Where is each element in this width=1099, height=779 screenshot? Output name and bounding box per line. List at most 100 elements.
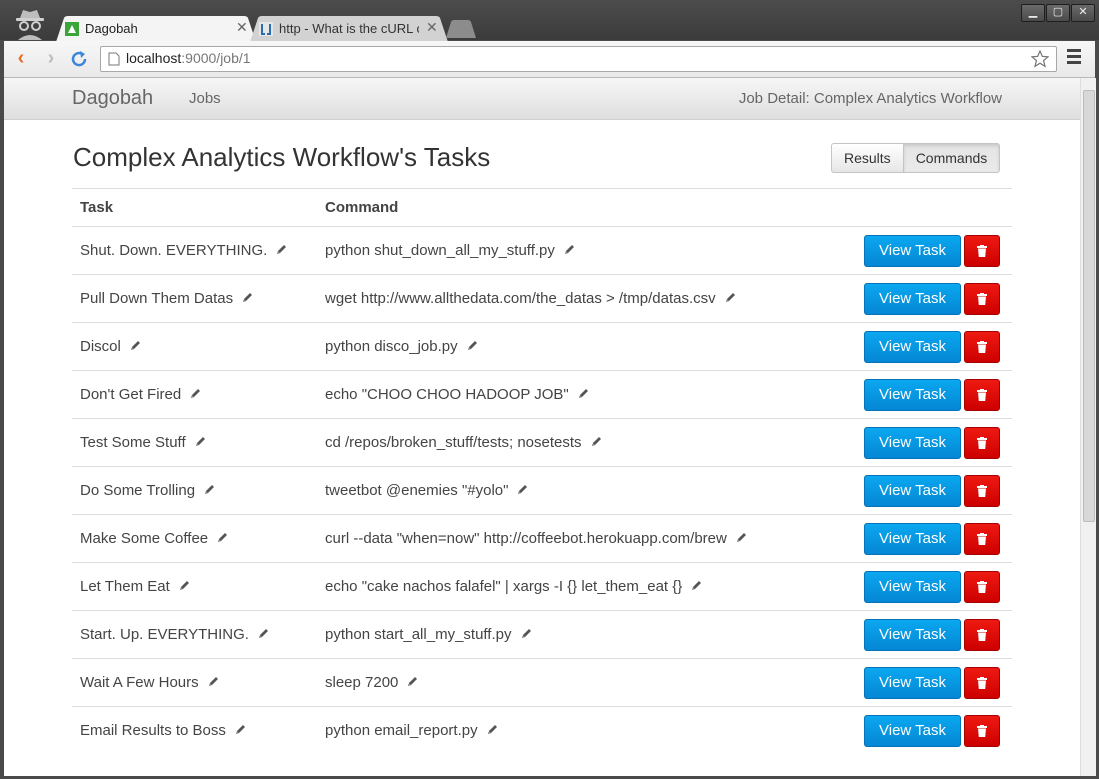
- task-name[interactable]: Start. Up. EVERYTHING.: [80, 626, 249, 643]
- task-name[interactable]: Test Some Stuff: [80, 434, 186, 451]
- task-command[interactable]: sleep 7200: [325, 674, 398, 691]
- task-name[interactable]: Don't Get Fired: [80, 386, 181, 403]
- edit-pencil-icon[interactable]: [129, 339, 142, 352]
- delete-task-button[interactable]: [964, 282, 1000, 315]
- delete-task-button[interactable]: [964, 378, 1000, 411]
- delete-task-button[interactable]: [964, 234, 1000, 267]
- edit-pencil-icon[interactable]: [690, 579, 703, 592]
- nav-jobs-link[interactable]: Jobs: [189, 90, 221, 107]
- delete-task-button[interactable]: [964, 426, 1000, 459]
- delete-task-button[interactable]: [964, 522, 1000, 555]
- trash-icon: [977, 676, 987, 689]
- task-command[interactable]: echo "CHOO CHOO HADOOP JOB": [325, 386, 569, 403]
- task-name[interactable]: Let Them Eat: [80, 578, 170, 595]
- view-task-button[interactable]: View Task: [864, 522, 961, 555]
- table-row: Pull Down Them Datas wget http://www.allt…: [72, 274, 1012, 323]
- task-name[interactable]: Wait A Few Hours: [80, 674, 199, 691]
- tab-dagobah[interactable]: Dagobah ✕: [56, 16, 256, 42]
- task-name[interactable]: Email Results to Boss: [80, 722, 226, 739]
- edit-pencil-icon[interactable]: [203, 483, 216, 496]
- trash-icon: [977, 628, 987, 641]
- edit-pencil-icon[interactable]: [516, 483, 529, 496]
- close-window-button[interactable]: ✕: [1071, 4, 1095, 22]
- edit-pencil-icon[interactable]: [590, 435, 603, 448]
- close-tab-icon[interactable]: ✕: [236, 19, 248, 36]
- edit-pencil-icon[interactable]: [275, 243, 288, 256]
- task-name[interactable]: Discol: [80, 338, 121, 355]
- edit-pencil-icon[interactable]: [735, 531, 748, 544]
- task-name[interactable]: Make Some Coffee: [80, 530, 208, 547]
- view-task-button[interactable]: View Task: [864, 666, 961, 699]
- commands-button[interactable]: Commands: [903, 143, 1001, 173]
- address-bar[interactable]: localhost:9000/job/1: [100, 46, 1057, 72]
- close-tab-icon[interactable]: ✕: [426, 19, 438, 36]
- view-task-button[interactable]: View Task: [864, 378, 961, 411]
- new-tab-button[interactable]: [446, 20, 476, 38]
- task-command-cell: sleep 7200: [317, 658, 846, 707]
- delete-task-button[interactable]: [964, 330, 1000, 363]
- minimize-button[interactable]: ▁: [1021, 4, 1045, 22]
- edit-pencil-icon[interactable]: [194, 435, 207, 448]
- edit-pencil-icon[interactable]: [406, 675, 419, 688]
- edit-pencil-icon[interactable]: [207, 675, 220, 688]
- task-command[interactable]: python start_all_my_stuff.py: [325, 626, 512, 643]
- delete-task-button[interactable]: [964, 618, 1000, 651]
- task-actions-cell: View Task: [846, 370, 1012, 419]
- edit-pencil-icon[interactable]: [577, 387, 590, 400]
- edit-pencil-icon[interactable]: [216, 531, 229, 544]
- forward-icon[interactable]: ›: [40, 47, 62, 69]
- task-name-cell: Pull Down Them Datas: [72, 274, 317, 323]
- task-command[interactable]: python email_report.py: [325, 722, 478, 739]
- page-icon: [108, 52, 120, 66]
- edit-pencil-icon[interactable]: [563, 243, 576, 256]
- task-command[interactable]: python shut_down_all_my_stuff.py: [325, 242, 555, 259]
- task-command[interactable]: curl --data "when=now" http://coffeebot.…: [325, 530, 727, 547]
- delete-task-button[interactable]: [964, 570, 1000, 603]
- bookmark-star-icon[interactable]: [1031, 50, 1049, 68]
- page-scrollbar[interactable]: [1080, 78, 1096, 776]
- edit-pencil-icon[interactable]: [466, 339, 479, 352]
- task-name-cell: Shut. Down. EVERYTHING.: [72, 226, 317, 275]
- view-task-button[interactable]: View Task: [864, 714, 961, 747]
- task-name[interactable]: Do Some Trolling: [80, 482, 195, 499]
- edit-pencil-icon[interactable]: [724, 291, 737, 304]
- view-task-button[interactable]: View Task: [864, 618, 961, 651]
- task-name[interactable]: Shut. Down. EVERYTHING.: [80, 242, 267, 259]
- edit-pencil-icon[interactable]: [189, 387, 202, 400]
- back-icon[interactable]: ‹: [10, 47, 32, 69]
- scrollbar-thumb[interactable]: [1083, 90, 1095, 522]
- view-task-button[interactable]: View Task: [864, 282, 961, 315]
- task-command[interactable]: python disco_job.py: [325, 338, 458, 355]
- browser-titlebar: Dagobah ✕ http - What is the cURL c ✕ ▁ …: [0, 0, 1099, 42]
- delete-task-button[interactable]: [964, 666, 1000, 699]
- maximize-button[interactable]: ▢: [1046, 4, 1070, 22]
- browser-toolbar: ‹ › localhost:9000/job/1: [4, 41, 1095, 78]
- edit-pencil-icon[interactable]: [234, 723, 247, 736]
- brand-logo[interactable]: Dagobah: [72, 87, 153, 110]
- table-row: Let Them Eat echo "cake nachos falafel" |…: [72, 562, 1012, 611]
- edit-pencil-icon[interactable]: [520, 627, 533, 640]
- edit-pencil-icon[interactable]: [486, 723, 499, 736]
- table-row: Email Results to Boss python email_report…: [72, 706, 1012, 754]
- edit-pencil-icon[interactable]: [178, 579, 191, 592]
- delete-task-button[interactable]: [964, 714, 1000, 747]
- results-button[interactable]: Results: [831, 143, 904, 173]
- task-command[interactable]: cd /repos/broken_stuff/tests; nosetests: [325, 434, 582, 451]
- tasks-table: Task Command Shut. Down. EVERYTHING. pyth…: [72, 188, 1012, 754]
- edit-pencil-icon[interactable]: [257, 627, 270, 640]
- task-command[interactable]: tweetbot @enemies "#yolo": [325, 482, 508, 499]
- reload-icon[interactable]: [70, 50, 88, 68]
- edit-pencil-icon[interactable]: [241, 291, 254, 304]
- task-command[interactable]: wget http://www.allthedata.com/the_datas…: [325, 290, 716, 307]
- tab-stackoverflow[interactable]: http - What is the cURL c ✕: [250, 16, 448, 42]
- view-task-button[interactable]: View Task: [864, 570, 961, 603]
- view-task-button[interactable]: View Task: [864, 234, 961, 267]
- task-name[interactable]: Pull Down Them Datas: [80, 290, 233, 307]
- url-path: :9000/job/1: [181, 50, 251, 66]
- view-task-button[interactable]: View Task: [864, 330, 961, 363]
- view-task-button[interactable]: View Task: [864, 474, 961, 507]
- view-task-button[interactable]: View Task: [864, 426, 961, 459]
- task-command[interactable]: echo "cake nachos falafel" | xargs -I {}…: [325, 578, 682, 595]
- delete-task-button[interactable]: [964, 474, 1000, 507]
- chrome-menu-icon[interactable]: [1067, 49, 1081, 67]
